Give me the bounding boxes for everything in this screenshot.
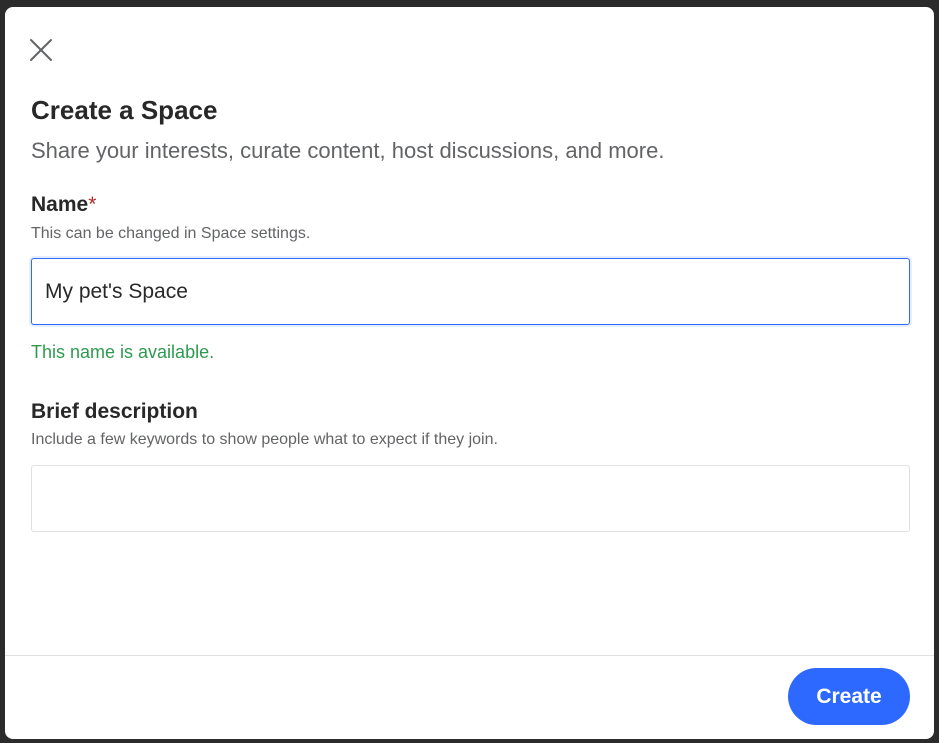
close-button[interactable]	[25, 34, 57, 66]
description-input[interactable]	[31, 465, 910, 532]
description-hint: Include a few keywords to show people wh…	[31, 431, 498, 448]
create-space-dialog: Create a Space Share your interests, cur…	[5, 7, 934, 739]
name-input[interactable]	[31, 258, 910, 325]
dialog-title: Create a Space	[31, 95, 218, 125]
name-label-text: Name	[31, 193, 89, 216]
footer-divider	[5, 655, 934, 656]
name-availability-status: This name is available.	[31, 342, 215, 362]
name-hint: This can be changed in Space settings.	[31, 225, 311, 242]
close-icon	[30, 39, 52, 61]
name-label: Name*	[31, 191, 96, 219]
dialog-subtitle: Share your interests, curate content, ho…	[31, 138, 665, 163]
create-button[interactable]: Create	[788, 668, 910, 725]
required-marker: *	[88, 193, 97, 216]
description-label: Brief description	[31, 400, 198, 423]
